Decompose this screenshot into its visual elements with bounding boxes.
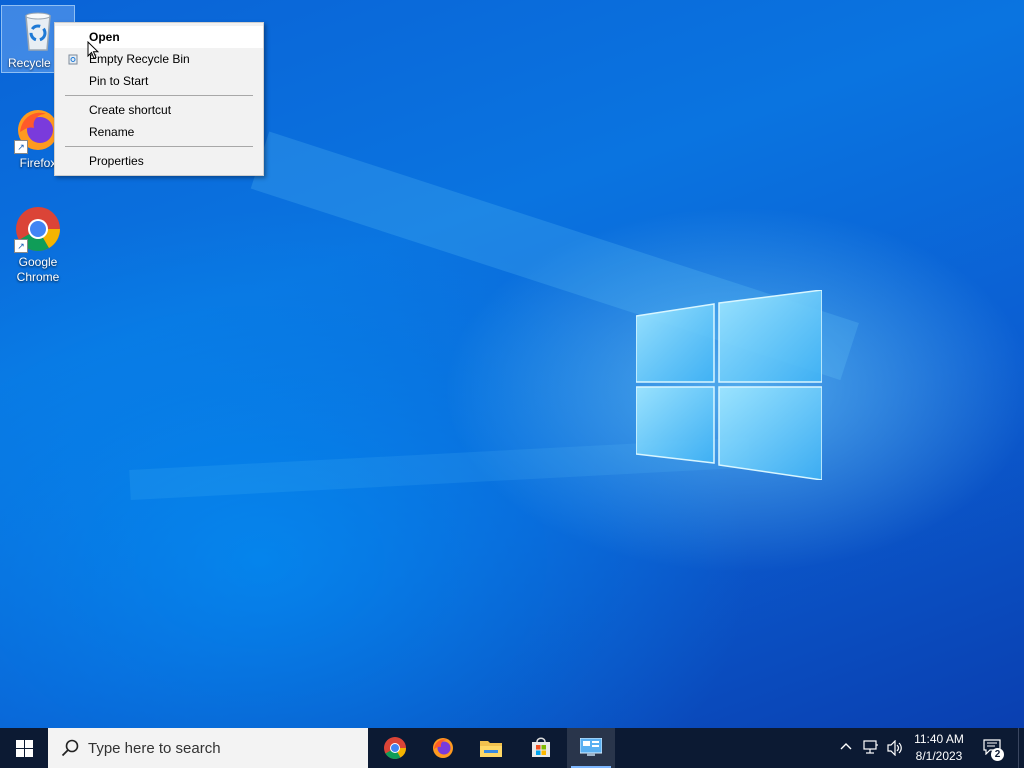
notification-count-badge: 2	[991, 748, 1004, 761]
start-button[interactable]	[0, 728, 48, 768]
chrome-icon	[384, 737, 406, 759]
windows-logo-wallpaper	[636, 290, 822, 480]
network-button[interactable]	[860, 728, 882, 768]
search-placeholder: Type here to search	[88, 740, 221, 757]
menu-separator	[65, 95, 253, 96]
windows-start-icon	[16, 740, 33, 757]
chevron-up-icon	[840, 743, 852, 750]
network-icon	[863, 740, 878, 754]
clock-time: 11:40 AM	[914, 732, 964, 746]
taskbar-search-box[interactable]: Type here to search	[48, 728, 368, 768]
menu-item-rename[interactable]: Rename	[55, 121, 263, 143]
taskbar-file-explorer[interactable]	[467, 728, 515, 768]
control-panel-icon	[580, 738, 602, 756]
action-center-button[interactable]: 2	[976, 728, 1012, 768]
menu-item-properties[interactable]: Properties	[55, 150, 263, 172]
show-hidden-icons-button[interactable]	[836, 728, 856, 768]
chrome-label-line2: Chrome	[16, 270, 60, 284]
menu-item-create-shortcut[interactable]: Create shortcut	[55, 99, 263, 121]
taskbar-firefox[interactable]	[419, 728, 467, 768]
shortcut-arrow-icon: ↗	[14, 140, 28, 154]
desktop-icon-google-chrome[interactable]: ↗ Google Chrome	[2, 205, 74, 285]
recycle-bin-small-icon	[68, 54, 78, 65]
taskbar: Type here to search 11:40 AM 8/1/2023 2	[0, 728, 1024, 768]
context-menu: Open Empty Recycle Bin Pin to Start Crea…	[54, 22, 264, 176]
menu-separator	[65, 146, 253, 147]
taskbar-clock[interactable]: 11:40 AM 8/1/2023	[904, 731, 974, 765]
taskbar-chrome[interactable]	[371, 728, 419, 768]
chrome-icon: ↗	[14, 205, 62, 253]
menu-item-pin-to-start[interactable]: Pin to Start	[55, 70, 263, 92]
file-explorer-icon	[480, 741, 502, 757]
speaker-icon	[887, 740, 902, 756]
taskbar-control-panel[interactable]	[567, 728, 615, 768]
desktop-background[interactable]: Recycle ↗ Firefox ↗ Google Chrome Open E…	[0, 0, 1024, 728]
show-desktop-button[interactable]	[1018, 728, 1024, 768]
chrome-label-line1: Google	[18, 255, 58, 269]
microsoft-store-icon	[532, 737, 550, 757]
volume-button[interactable]	[884, 728, 906, 768]
menu-item-empty-recycle-bin-label: Empty Recycle Bin	[89, 52, 190, 66]
search-icon	[61, 739, 79, 757]
mouse-cursor-icon	[87, 41, 99, 60]
shortcut-arrow-icon: ↗	[14, 239, 28, 253]
clock-date: 8/1/2023	[915, 749, 963, 763]
taskbar-microsoft-store[interactable]	[517, 728, 565, 768]
firefox-icon	[433, 738, 453, 758]
